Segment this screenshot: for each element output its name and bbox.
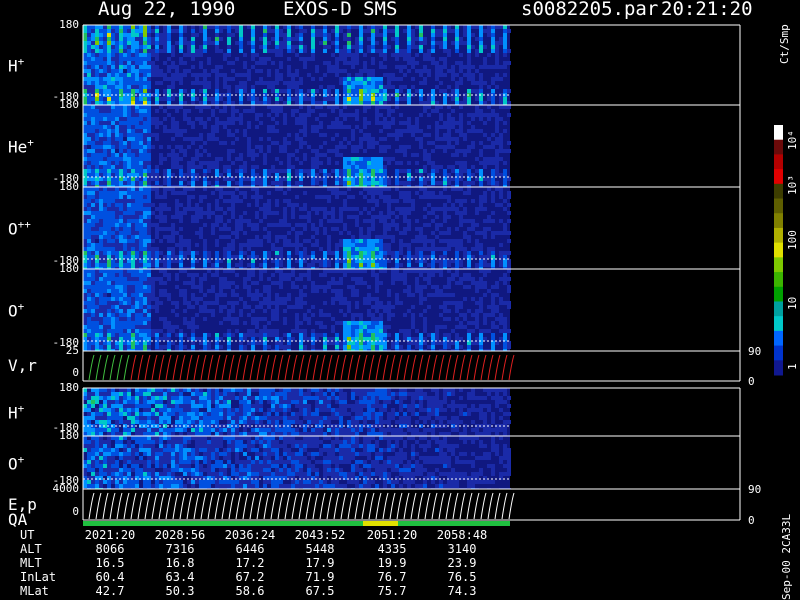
colorbar-tick: 1 (786, 363, 799, 370)
y-tick-top: 180 (59, 381, 79, 394)
y-tick-bottom: 0 (72, 505, 79, 518)
right-tick-top: 90 (748, 345, 762, 358)
qa-label: QA (8, 510, 28, 529)
axis-row: UT 2021:20 2028:56 2036:24 2043:52 2051:20 205… (0, 528, 520, 542)
colorbar-swatch (774, 198, 783, 214)
panel-label: H+ (8, 55, 25, 76)
colorbar-swatch (774, 345, 783, 361)
panel-label: V,r (8, 356, 37, 375)
side-id: Sep-00 2CA33L (780, 513, 793, 600)
y-tick-top: 4000 (52, 482, 80, 495)
axis-value: 75.7 (377, 584, 407, 598)
y-tick-top: 180 (59, 180, 79, 193)
spectrogram-plot (82, 24, 783, 526)
colorbar-swatch (774, 139, 783, 155)
colorbar-tick: 100 (786, 230, 799, 250)
axis-value: 50.3 (165, 584, 195, 598)
colorbar-swatch (774, 316, 783, 332)
axis-value: 60.4 (95, 570, 125, 584)
colorbar-swatch (774, 227, 783, 244)
axis-value: 5448 (305, 542, 335, 556)
y-tick-top: 180 (59, 98, 79, 111)
colorbar-swatch (774, 360, 783, 376)
y-tick-top: 180 (59, 18, 79, 31)
colorbar-swatch (774, 125, 783, 141)
y-tick-top: 25 (65, 344, 79, 357)
axis-value: 2021:20 (84, 528, 136, 542)
qa-bar-good-2 (398, 521, 510, 526)
qa-bar-warn (363, 521, 398, 526)
axis-value: 19.9 (377, 556, 407, 570)
y-tick-bottom: 0 (72, 366, 79, 379)
axis-row: MLat 42.7 50.3 58.6 67.5 75.7 74.3 (0, 584, 520, 598)
axis-row: MLT 16.5 16.8 17.2 17.9 19.9 23.9 (0, 556, 520, 570)
y-tick-top: 180 (59, 429, 79, 442)
axis-row-label: ALT (20, 542, 42, 556)
axis-value: 71.9 (305, 570, 335, 584)
axis-row-label: MLat (20, 584, 49, 598)
axis-value: 67.2 (235, 570, 265, 584)
panel-label: He+ (8, 136, 34, 157)
axis-value: 76.7 (377, 570, 407, 584)
axis-value: 2036:24 (224, 528, 276, 542)
panel-label: H+ (8, 402, 25, 423)
qa-bar-good (83, 521, 363, 526)
axis-row-label: MLT (20, 556, 42, 570)
colorbar-swatch (774, 301, 783, 317)
axis-value: 2051:20 (366, 528, 418, 542)
axis-value: 42.7 (95, 584, 125, 598)
axis-row-label: UT (20, 528, 35, 542)
colorbar-label: Ct/Smp (778, 24, 791, 64)
axis-value: 2058:48 (436, 528, 488, 542)
axis-value: 16.8 (165, 556, 195, 570)
axis-row-label: InLat (20, 570, 57, 584)
axis-value: 17.2 (235, 556, 265, 570)
axis-value: 16.5 (95, 556, 125, 570)
right-tick-bottom: 0 (748, 375, 755, 388)
axis-value: 63.4 (165, 570, 195, 584)
axis-value: 2043:52 (294, 528, 346, 542)
colorbar-tick: 10⁴ (786, 130, 799, 150)
right-tick-top: 90 (748, 483, 762, 496)
panel-label: O++ (8, 218, 31, 239)
colorbar-swatch (774, 257, 783, 273)
axis-value: 3140 (447, 542, 477, 556)
colorbar-swatch (774, 183, 783, 200)
colorbar-swatch (774, 213, 783, 229)
colorbar-swatch (774, 242, 783, 258)
axis-value: 2028:56 (154, 528, 206, 542)
colorbar-swatch (774, 330, 783, 347)
axis-row: ALT 8066 7316 6446 5448 4335 3140 (0, 542, 520, 556)
y-tick-top: 180 (59, 262, 79, 275)
axis-value: 67.5 (305, 584, 335, 598)
axis-value: 58.6 (235, 584, 265, 598)
colorbar-tick: 10 (786, 296, 799, 310)
axis-value: 74.3 (447, 584, 477, 598)
colorbar-swatch (774, 169, 783, 185)
colorbar-swatch (774, 286, 783, 302)
colorbar-swatch (774, 272, 783, 288)
axis-value: 76.5 (447, 570, 477, 584)
panel-label: O+ (8, 452, 25, 473)
axis-value: 8066 (95, 542, 125, 556)
panel-label: O+ (8, 300, 25, 321)
axis-value: 23.9 (447, 556, 477, 570)
right-tick-bottom: 0 (748, 514, 755, 527)
axis-row: InLat 60.4 63.4 67.2 71.9 76.7 76.5 (0, 570, 520, 584)
axis-value: 4335 (377, 542, 407, 556)
axis-value: 17.9 (305, 556, 335, 570)
axis-value: 7316 (165, 542, 195, 556)
colorbar-swatch (774, 154, 783, 170)
colorbar-tick: 10³ (786, 175, 799, 195)
axis-value: 6446 (235, 542, 265, 556)
